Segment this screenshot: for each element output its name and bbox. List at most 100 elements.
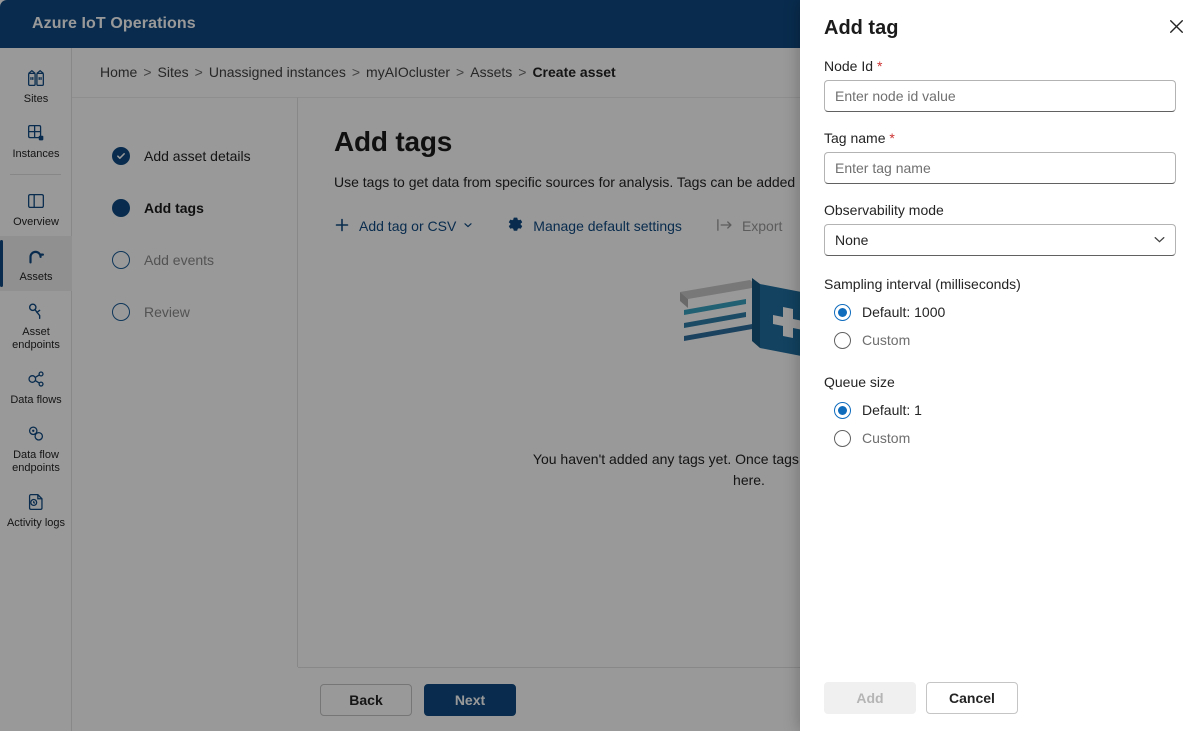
add-button: Add bbox=[824, 682, 916, 714]
panel-actions: Add Cancel bbox=[824, 682, 1018, 714]
queue-size-custom-label: Custom bbox=[862, 430, 911, 446]
breadcrumb-item-myaiocluster[interactable]: myAIOcluster bbox=[366, 64, 450, 80]
export-label: Export bbox=[741, 218, 783, 234]
observability-mode-label: Observability mode bbox=[824, 202, 944, 218]
observability-mode-select-wrapper: None bbox=[824, 224, 1176, 256]
sidebar-item-activity-logs[interactable]: Activity logs bbox=[0, 482, 72, 537]
sidebar-item-label: Data flow endpoints bbox=[12, 449, 60, 474]
queue-size-group: Queue size Default: 1 Custom bbox=[824, 374, 1176, 452]
observability-mode-select[interactable]: None bbox=[824, 224, 1176, 256]
tag-name-input[interactable] bbox=[824, 152, 1176, 184]
breadcrumb-separator: > bbox=[456, 64, 465, 80]
sidebar-item-label: Activity logs bbox=[6, 517, 66, 529]
tag-name-label-text: Tag name bbox=[824, 130, 886, 146]
sites-icon bbox=[25, 67, 47, 89]
observability-mode-field: Observability mode None bbox=[824, 202, 1176, 256]
sidebar-item-assets[interactable]: Assets bbox=[0, 236, 72, 291]
node-id-field: Node Id * bbox=[824, 58, 1176, 112]
instances-icon bbox=[25, 122, 47, 144]
step-complete-icon bbox=[112, 147, 130, 165]
sidebar-item-label: Assets bbox=[19, 271, 53, 283]
node-id-label-text: Node Id bbox=[824, 58, 874, 74]
breadcrumb-separator: > bbox=[194, 64, 203, 80]
radio-icon bbox=[834, 303, 851, 321]
node-id-label: Node Id * bbox=[824, 58, 1176, 74]
wizard-steps-panel: Add asset details Add tags Add events Re… bbox=[72, 97, 298, 667]
radio-icon bbox=[834, 401, 851, 419]
wizard-step-label: Review bbox=[144, 304, 190, 320]
close-icon[interactable] bbox=[1162, 12, 1190, 40]
plus-icon bbox=[334, 217, 350, 236]
manage-default-settings-button[interactable]: Manage default settings bbox=[507, 216, 682, 236]
breadcrumb-item-sites[interactable]: Sites bbox=[158, 64, 189, 80]
sampling-interval-custom-radio-row[interactable]: Custom bbox=[824, 326, 1176, 354]
wizard-step-add-events[interactable]: Add events bbox=[72, 234, 297, 286]
app-title: Azure IoT Operations bbox=[32, 15, 196, 32]
queue-size-default-label: Default: 1 bbox=[862, 402, 922, 418]
sidebar-item-label: Overview bbox=[13, 216, 59, 228]
sampling-interval-group: Sampling interval (milliseconds) Default… bbox=[824, 276, 1176, 354]
sidebar-item-label: Data flows bbox=[10, 394, 62, 406]
radio-icon bbox=[834, 331, 851, 349]
required-marker: * bbox=[876, 58, 883, 74]
activity-logs-icon bbox=[25, 491, 47, 513]
wizard-step-label: Add events bbox=[144, 252, 215, 268]
required-marker: * bbox=[889, 130, 895, 146]
next-button[interactable]: Next bbox=[424, 683, 516, 716]
breadcrumb-separator: > bbox=[351, 64, 361, 80]
sidebar-item-label: Asset endpoints bbox=[12, 326, 60, 351]
wizard-step-add-tags[interactable]: Add tags bbox=[72, 182, 297, 234]
assets-icon bbox=[25, 245, 47, 267]
chevron-down-icon bbox=[463, 220, 473, 232]
wizard-step-label: Add tags bbox=[144, 200, 204, 216]
add-tag-panel: Add tag Node Id * Tag name * Observabili… bbox=[800, 0, 1200, 731]
sidebar-item-sites[interactable]: Sites bbox=[0, 58, 72, 113]
sampling-interval-label: Sampling interval (milliseconds) bbox=[824, 276, 1021, 292]
sidebar-item-asset-endpoints[interactable]: Asset endpoints bbox=[0, 291, 72, 359]
data-flow-endpoints-icon bbox=[25, 423, 47, 445]
radio-icon bbox=[834, 429, 851, 447]
overview-icon bbox=[25, 190, 47, 212]
add-tag-or-csv-button[interactable]: Add tag or CSV bbox=[334, 217, 473, 236]
tag-name-field: Tag name * bbox=[824, 130, 1176, 184]
breadcrumb-item-home[interactable]: Home bbox=[100, 64, 137, 80]
queue-size-default-radio-row[interactable]: Default: 1 bbox=[824, 396, 1176, 424]
data-flows-icon bbox=[25, 368, 47, 390]
breadcrumb-separator: > bbox=[518, 64, 527, 80]
sidebar-item-label: Sites bbox=[23, 93, 49, 105]
gear-icon bbox=[507, 216, 524, 236]
step-active-icon bbox=[112, 199, 130, 217]
sampling-interval-default-label: Default: 1000 bbox=[862, 304, 946, 320]
breadcrumb-current: Create asset bbox=[532, 64, 616, 80]
wizard-step-label: Add asset details bbox=[144, 148, 251, 164]
manage-default-settings-label: Manage default settings bbox=[533, 218, 682, 234]
breadcrumb-item-unassigned-instances[interactable]: Unassigned instances bbox=[209, 64, 346, 80]
panel-title: Add tag bbox=[824, 17, 899, 39]
queue-size-label: Queue size bbox=[824, 374, 895, 390]
wizard-step-add-asset-details[interactable]: Add asset details bbox=[72, 130, 297, 182]
wizard-step-review[interactable]: Review bbox=[72, 286, 297, 338]
node-id-input[interactable] bbox=[824, 80, 1176, 112]
export-icon bbox=[716, 218, 733, 235]
step-pending-icon bbox=[112, 303, 130, 321]
back-button[interactable]: Back bbox=[320, 683, 412, 716]
cancel-button[interactable]: Cancel bbox=[926, 682, 1018, 714]
sampling-interval-custom-label: Custom bbox=[862, 332, 911, 348]
sidebar-item-instances[interactable]: Instances bbox=[0, 113, 72, 168]
sidebar-item-label: Instances bbox=[12, 148, 60, 160]
breadcrumb-item-assets[interactable]: Assets bbox=[470, 64, 512, 80]
left-nav-rail: Sites Instances Overview Assets Asset en… bbox=[0, 48, 72, 731]
add-tag-or-csv-label: Add tag or CSV bbox=[359, 218, 457, 234]
sidebar-item-data-flow-endpoints[interactable]: Data flow endpoints bbox=[0, 414, 72, 482]
breadcrumb-separator: > bbox=[143, 64, 152, 80]
asset-endpoints-icon bbox=[25, 300, 47, 322]
application-window: Azure IoT Operations Sites Instances Ove… bbox=[0, 0, 1200, 731]
tag-name-label: Tag name * bbox=[824, 130, 1176, 146]
export-button: Export bbox=[716, 218, 782, 235]
step-pending-icon bbox=[112, 251, 130, 269]
sidebar-item-data-flows[interactable]: Data flows bbox=[0, 359, 72, 414]
nav-divider bbox=[10, 174, 61, 175]
sampling-interval-default-radio-row[interactable]: Default: 1000 bbox=[824, 298, 1176, 326]
queue-size-custom-radio-row[interactable]: Custom bbox=[824, 424, 1176, 452]
sidebar-item-overview[interactable]: Overview bbox=[0, 181, 72, 236]
